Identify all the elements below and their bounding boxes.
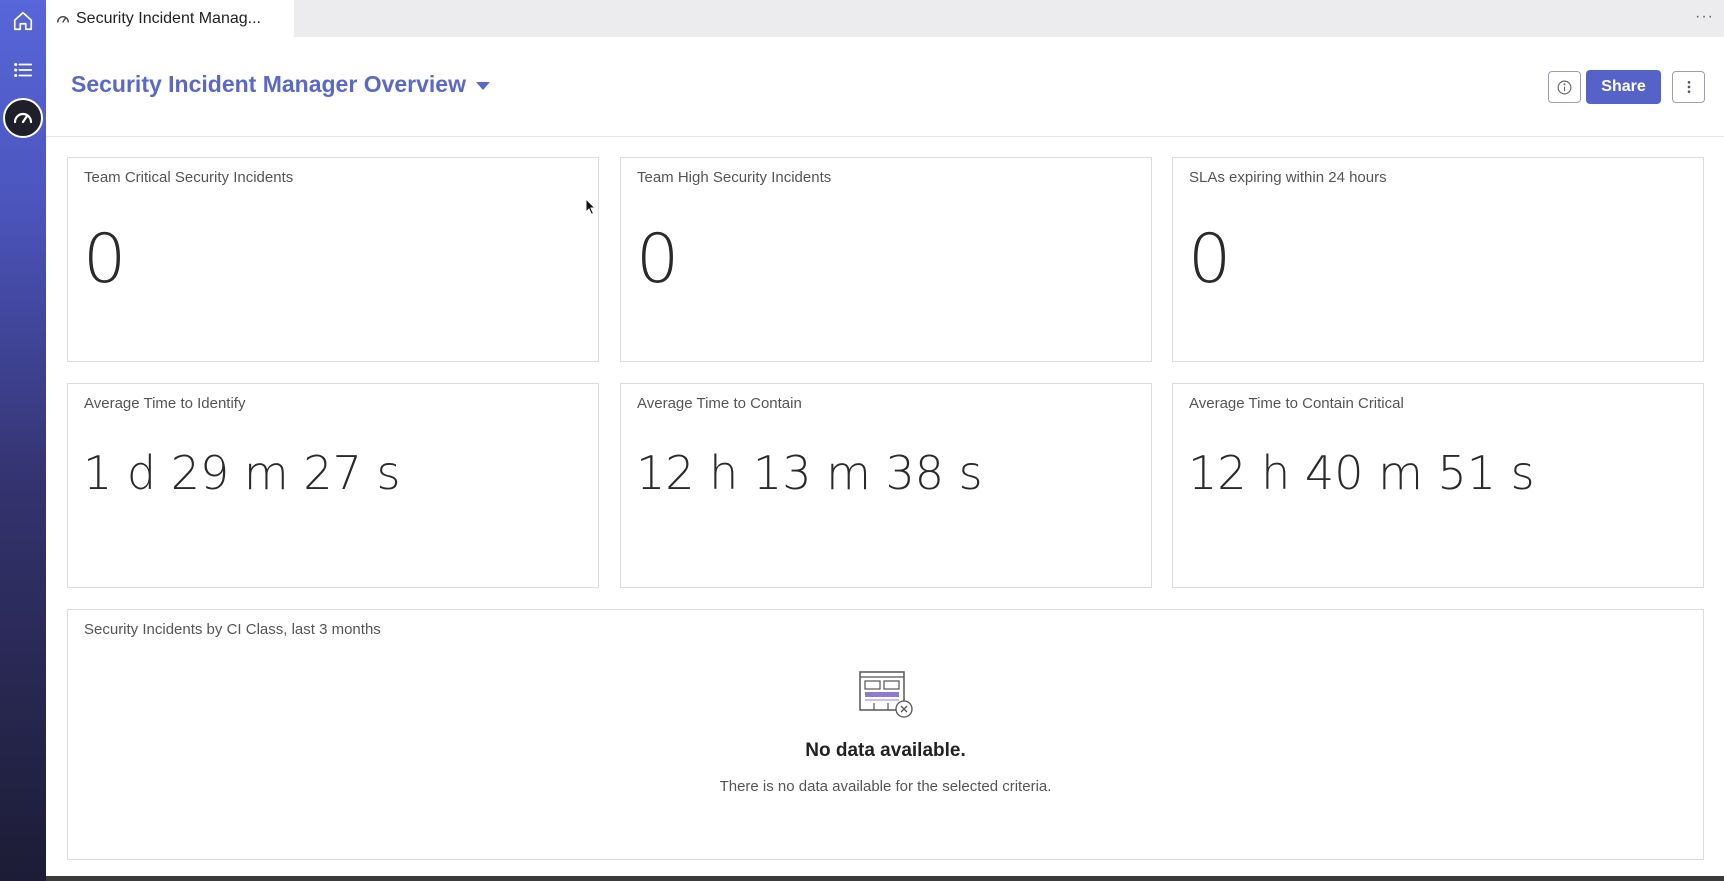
card-title: Security Incidents by CI Class, last 3 m… <box>84 621 381 638</box>
more-options-button[interactable] <box>1672 71 1705 103</box>
tab-label: Security Incident Manag... <box>76 9 261 27</box>
home-button[interactable] <box>0 1 46 41</box>
metric-card-time-contain[interactable]: Average Time to Contain 12 h 13 m 38 s <box>620 383 1152 588</box>
dashboard-button[interactable] <box>3 98 43 138</box>
no-data-message: There is no data available for the selec… <box>719 778 1052 795</box>
no-data-title: No data available. <box>805 740 966 761</box>
metric-card-time-identify[interactable]: Average Time to Identify 1 d 29 m 27 s <box>67 383 599 588</box>
tab-bar: Security Incident Manag... ··· <box>46 0 1724 37</box>
metric-card-time-contain-critical[interactable]: Average Time to Contain Critical 12 h 40… <box>1172 383 1704 588</box>
info-icon <box>1557 80 1572 94</box>
list-button[interactable] <box>0 50 46 90</box>
card-value: 12 h 40 m 51 s <box>1188 446 1535 500</box>
card-value: 0 <box>636 220 680 299</box>
share-button[interactable]: Share <box>1586 70 1661 104</box>
home-icon <box>13 11 33 31</box>
dashboard-header: Security Incident Manager Overview Share <box>46 37 1724 137</box>
metric-card-high[interactable]: Team High Security Incidents 0 <box>620 157 1152 362</box>
card-title: Average Time to Identify <box>84 395 246 412</box>
vertical-dots-icon <box>1687 81 1690 93</box>
metric-card-critical[interactable]: Team Critical Security Incidents 0 <box>67 157 599 362</box>
bottom-edge-bar <box>46 876 1724 881</box>
tab-more-icon[interactable]: ··· <box>1695 8 1714 26</box>
card-title: SLAs expiring within 24 hours <box>1189 169 1387 186</box>
card-value: 0 <box>1188 220 1232 299</box>
dashboard-gauge-icon <box>57 15 69 23</box>
dashboard-title-dropdown[interactable]: Security Incident Manager Overview <box>71 71 490 98</box>
card-title: Team High Security Incidents <box>637 169 832 186</box>
card-title: Team Critical Security Incidents <box>84 169 294 186</box>
card-title: Average Time to Contain <box>637 395 802 412</box>
card-title: Average Time to Contain Critical <box>1189 395 1404 412</box>
chart-card-ci-class: Security Incidents by CI Class, last 3 m… <box>67 609 1704 860</box>
info-button[interactable] <box>1548 71 1581 103</box>
metric-card-slas[interactable]: SLAs expiring within 24 hours 0 <box>1172 157 1704 362</box>
card-value: 0 <box>83 220 127 299</box>
page-title: Security Incident Manager Overview <box>71 71 466 97</box>
card-value: 1 d 29 m 27 s <box>83 446 401 500</box>
mouse-cursor-icon <box>585 198 597 216</box>
tab-security-incident-manager[interactable]: Security Incident Manag... <box>46 0 294 37</box>
left-sidebar <box>0 0 46 881</box>
dashboard-gauge-icon <box>13 112 33 124</box>
card-value: 12 h 13 m 38 s <box>636 446 983 500</box>
caret-down-icon <box>475 81 490 90</box>
list-icon <box>14 62 33 78</box>
no-data-placeholder: No data available. There is no data avai… <box>68 670 1703 795</box>
no-data-icon <box>858 671 913 718</box>
